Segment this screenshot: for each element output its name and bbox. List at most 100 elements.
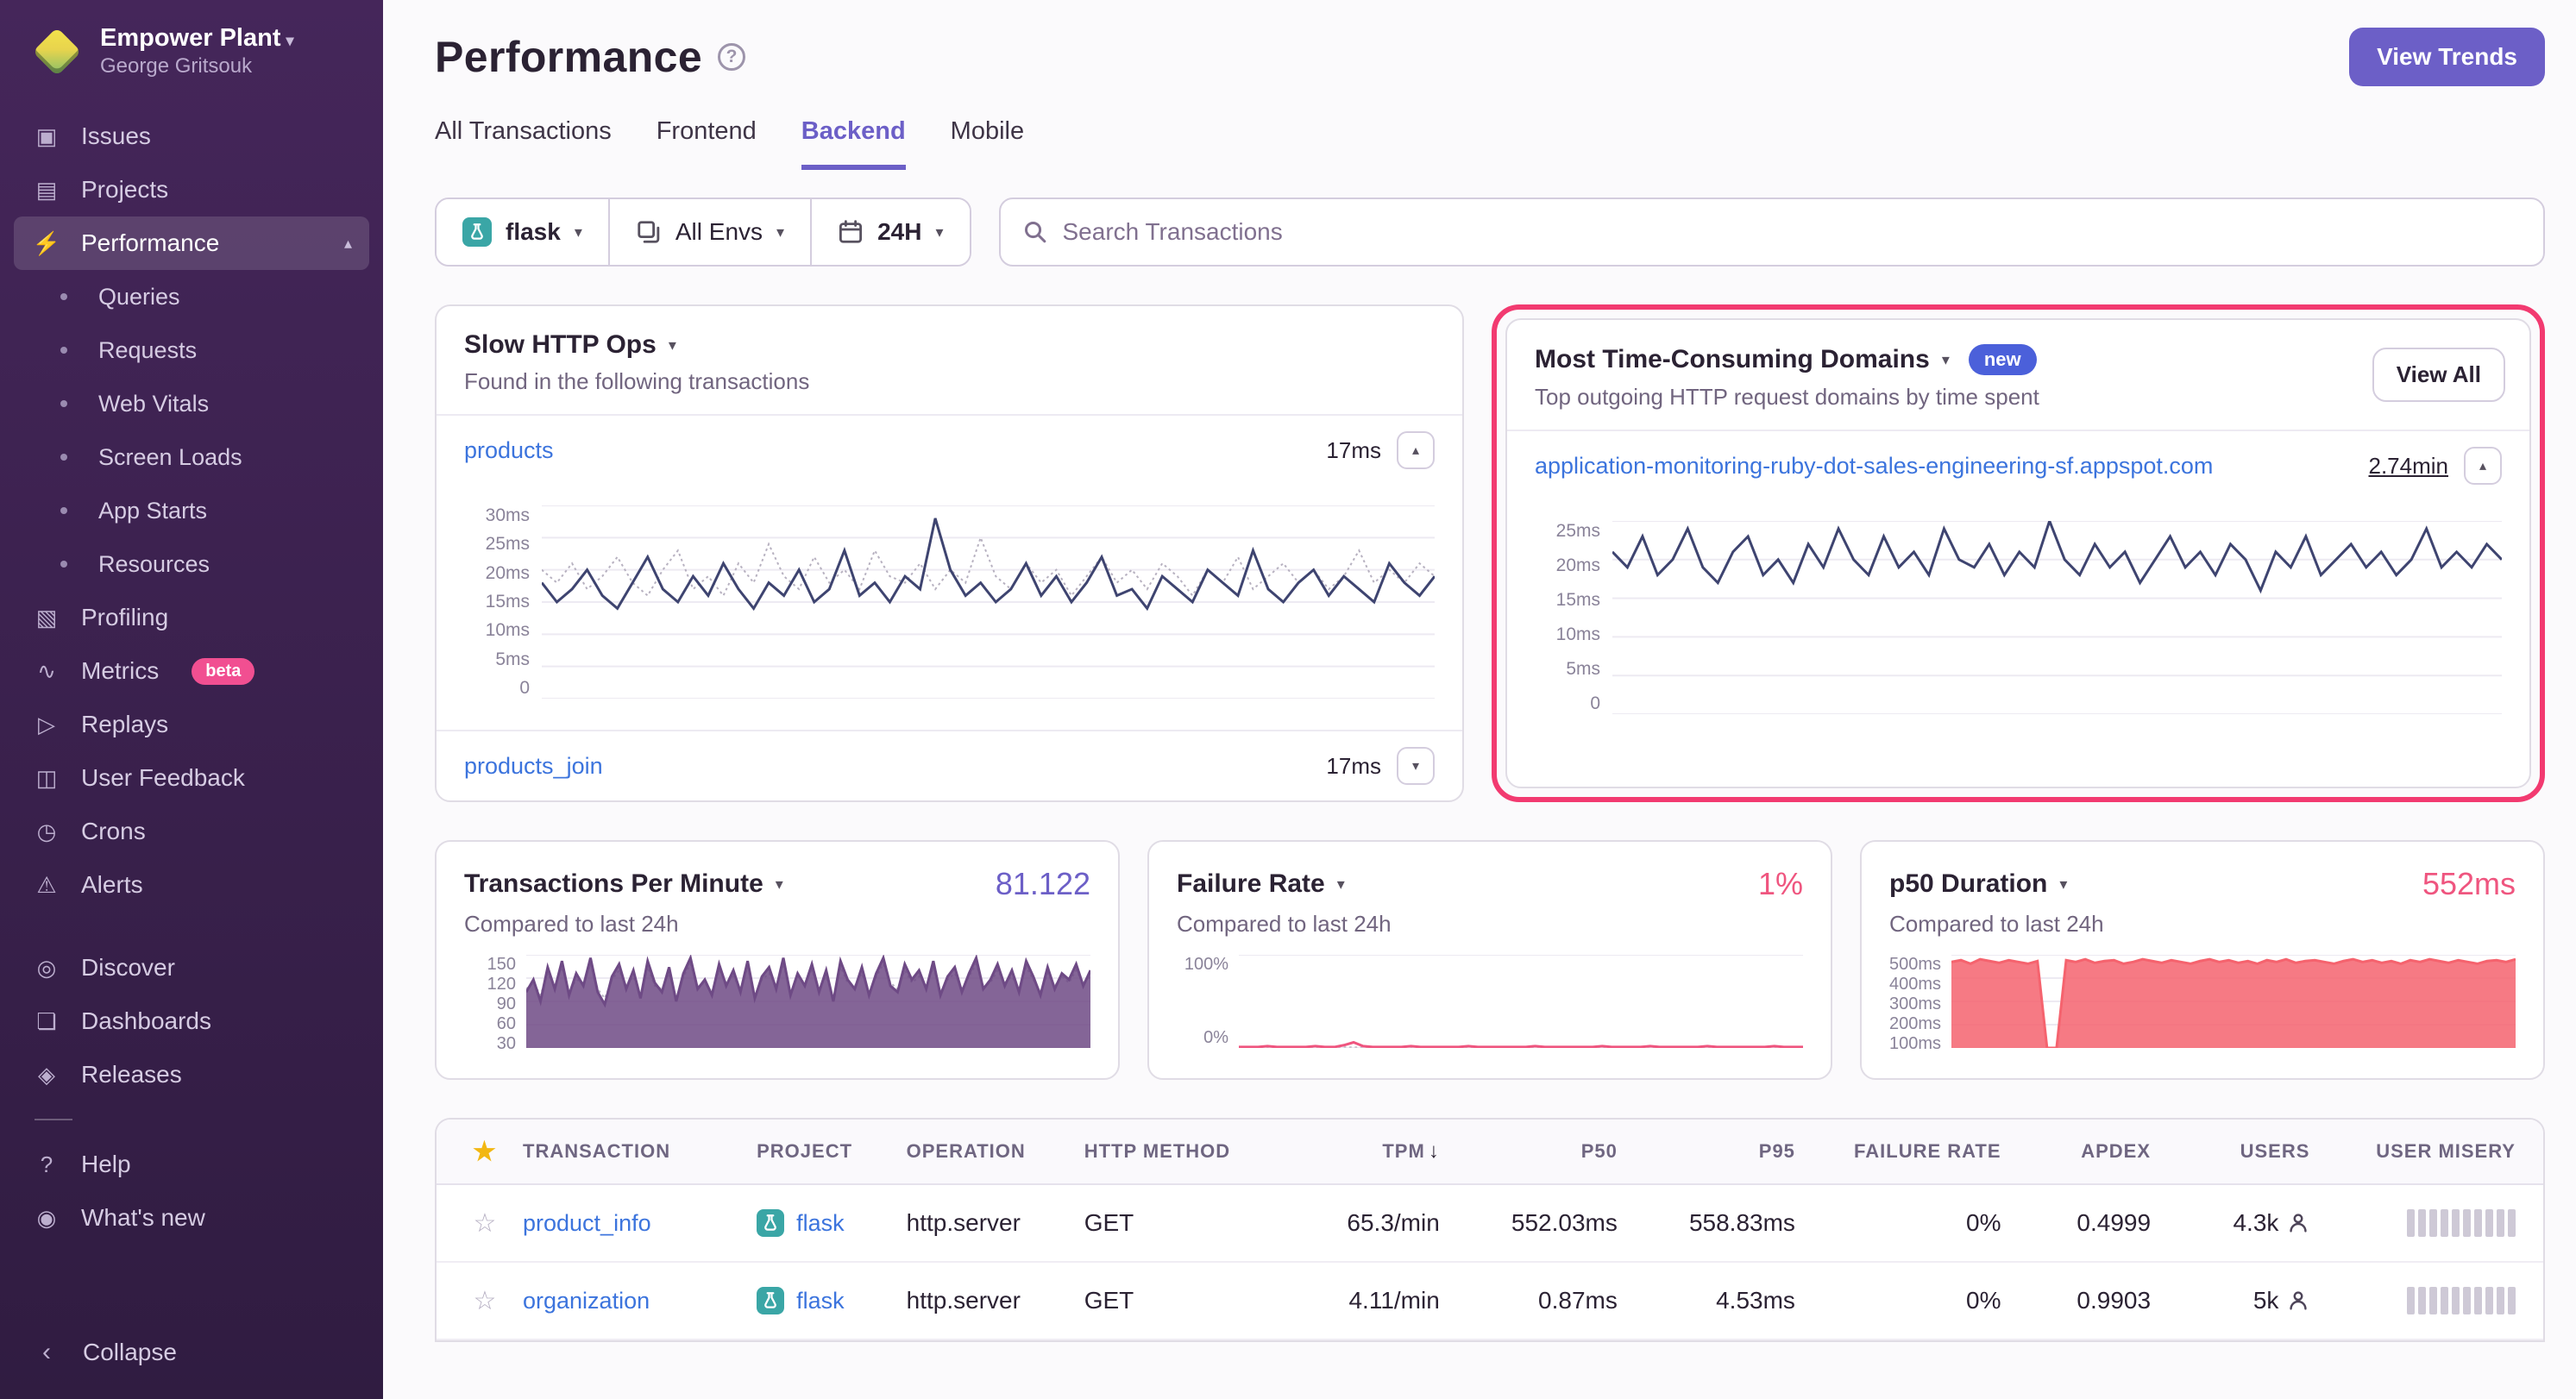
chevron-down-icon[interactable]: ▾ xyxy=(776,875,783,894)
failure-rate-value: 1% xyxy=(1758,866,1803,902)
highlight-ring: Most Time-Consuming Domains ▾ new Top ou… xyxy=(1492,304,2545,802)
http-method-cell: GET xyxy=(1084,1209,1253,1237)
projects-icon: ▤ xyxy=(31,177,62,204)
collapse-row-button[interactable]: ▴ xyxy=(1397,431,1435,469)
environment-filter[interactable]: All Envs ▾ xyxy=(610,199,812,265)
org-switcher[interactable]: Empower Plant▾ George Gritsouk xyxy=(0,24,383,99)
transaction-row: products 17ms ▴ xyxy=(437,414,1462,485)
user-misery-bar xyxy=(2441,1287,2448,1314)
sidebar-item-app-starts[interactable]: App Starts xyxy=(0,484,383,537)
transaction-link[interactable]: products xyxy=(464,437,554,464)
page-title: Performance xyxy=(435,32,702,82)
view-trends-button[interactable]: View Trends xyxy=(2349,28,2545,86)
widget-subtitle: Compared to last 24h xyxy=(1177,911,1803,938)
chevron-down-icon[interactable]: ▾ xyxy=(2059,875,2067,894)
sidebar-item-profiling[interactable]: ▧Profiling xyxy=(0,591,383,644)
favorite-star-button[interactable]: ☆ xyxy=(474,1286,497,1316)
sidebar-item-replays[interactable]: ▷Replays xyxy=(0,698,383,751)
column-header-users[interactable]: USERS xyxy=(2151,1140,2309,1163)
user-misery-bar xyxy=(2452,1209,2460,1237)
user-misery-bar xyxy=(2485,1209,2493,1237)
user-misery-bars xyxy=(2309,1287,2516,1314)
sidebar-item-projects[interactable]: ▤Projects xyxy=(0,163,383,216)
transaction-link[interactable]: products_join xyxy=(464,753,603,780)
sidebar-item-web-vitals[interactable]: Web Vitals xyxy=(0,377,383,430)
column-header-p50[interactable]: P50 xyxy=(1440,1140,1618,1163)
bullet-icon xyxy=(60,454,67,461)
column-header-project[interactable]: PROJECT xyxy=(757,1140,907,1163)
view-all-button[interactable]: View All xyxy=(2372,348,2505,402)
sidebar-item-alerts[interactable]: ⚠Alerts xyxy=(0,858,383,912)
transaction-link[interactable]: organization xyxy=(523,1288,650,1314)
user-misery-bar xyxy=(2418,1287,2426,1314)
axis-tick: 15ms xyxy=(486,592,530,612)
flask-project-icon xyxy=(757,1209,784,1237)
tab-mobile[interactable]: Mobile xyxy=(951,117,1024,170)
sidebar-item-queries[interactable]: Queries xyxy=(0,270,383,323)
y-axis: 100%0% xyxy=(1163,955,1228,1048)
axis-tick: 5ms xyxy=(1566,659,1600,680)
column-header-apdex[interactable]: APDEX xyxy=(2001,1140,2152,1163)
sidebar-nav: ▣Issues ▤Projects ⚡Performance▴ Queries … xyxy=(0,110,383,1245)
sidebar-item-releases[interactable]: ◈Releases xyxy=(0,1048,383,1101)
tab-frontend[interactable]: Frontend xyxy=(657,117,757,170)
axis-tick: 20ms xyxy=(1556,555,1600,576)
axis-tick: 100ms xyxy=(1889,1034,1941,1054)
user-misery-bar xyxy=(2429,1287,2437,1314)
widget-title[interactable]: Most Time-Consuming Domains xyxy=(1535,345,1930,374)
y-axis: 500ms400ms300ms200ms100ms xyxy=(1875,955,1941,1054)
column-header-failure-rate[interactable]: FAILURE RATE xyxy=(1795,1140,2001,1163)
sidebar-item-user-feedback[interactable]: ◫User Feedback xyxy=(0,751,383,805)
column-header-p95[interactable]: P95 xyxy=(1618,1140,1795,1163)
widget-title[interactable]: Slow HTTP Ops xyxy=(464,330,657,360)
sidebar-item-crons[interactable]: ◷Crons xyxy=(0,805,383,858)
domain-link[interactable]: application-monitoring-ruby-dot-sales-en… xyxy=(1535,453,2213,480)
sort-desc-icon: ↓ xyxy=(1429,1139,1440,1163)
axis-tick: 30 xyxy=(497,1034,516,1054)
column-header-user-misery[interactable]: USER MISERY xyxy=(2309,1140,2516,1163)
duration-value[interactable]: 2.74min xyxy=(2369,453,2449,480)
help-icon[interactable]: ? xyxy=(718,43,745,71)
date-range-filter[interactable]: 24H ▾ xyxy=(812,199,969,265)
sidebar-item-discover[interactable]: ◎Discover xyxy=(0,941,383,994)
releases-icon: ◈ xyxy=(31,1062,62,1088)
user-misery-bar xyxy=(2485,1287,2493,1314)
column-header-http-method[interactable]: HTTP METHOD xyxy=(1084,1140,1253,1163)
sidebar-item-screen-loads[interactable]: Screen Loads xyxy=(0,430,383,484)
column-header-tpm[interactable]: TPM↓ xyxy=(1253,1139,1440,1164)
transaction-link[interactable]: product_info xyxy=(523,1210,651,1236)
dashboards-icon: ❏ xyxy=(31,1008,62,1035)
sidebar-item-resources[interactable]: Resources xyxy=(0,537,383,591)
calendar-icon xyxy=(838,219,864,245)
p50-chart xyxy=(1951,955,2516,1048)
chevron-down-icon[interactable]: ▾ xyxy=(1337,875,1345,894)
sidebar-item-metrics[interactable]: ∿Metricsbeta xyxy=(0,644,383,698)
widget-title[interactable]: Transactions Per Minute xyxy=(464,869,763,899)
collapse-sidebar-button[interactable]: ‹Collapse xyxy=(0,1327,208,1378)
project-link[interactable]: flask xyxy=(796,1210,845,1237)
widget-title[interactable]: Failure Rate xyxy=(1177,869,1325,899)
chevron-down-icon[interactable]: ▾ xyxy=(1942,351,1950,369)
favorite-star-button[interactable]: ☆ xyxy=(474,1208,497,1239)
expand-row-button[interactable]: ▾ xyxy=(1397,747,1435,785)
sidebar-item-issues[interactable]: ▣Issues xyxy=(0,110,383,163)
collapse-row-button[interactable]: ▴ xyxy=(2464,447,2502,485)
column-header-operation[interactable]: OPERATION xyxy=(907,1140,1084,1163)
widget-title[interactable]: p50 Duration xyxy=(1889,869,2047,899)
sidebar-item-whats-new[interactable]: ◉What's new xyxy=(0,1191,383,1245)
chevron-down-icon[interactable]: ▾ xyxy=(669,336,676,354)
sidebar-item-performance[interactable]: ⚡Performance▴ xyxy=(14,216,369,270)
table-row: ☆ product_info flask http.server GET 65.… xyxy=(437,1185,2543,1263)
sidebar-item-help[interactable]: ?Help xyxy=(0,1138,383,1191)
sidebar-item-dashboards[interactable]: ❏Dashboards xyxy=(0,994,383,1048)
tab-all-transactions[interactable]: All Transactions xyxy=(435,117,612,170)
failure-rate-cell: 0% xyxy=(1795,1287,2001,1314)
user-misery-bar xyxy=(2497,1287,2504,1314)
project-link[interactable]: flask xyxy=(796,1288,845,1314)
sidebar-item-requests[interactable]: Requests xyxy=(0,323,383,377)
project-filter[interactable]: flask ▾ xyxy=(437,199,610,265)
flask-project-icon xyxy=(462,217,492,247)
tab-backend[interactable]: Backend xyxy=(801,117,906,170)
column-header-transaction[interactable]: TRANSACTION xyxy=(523,1140,757,1163)
search-input[interactable] xyxy=(1063,218,2522,246)
